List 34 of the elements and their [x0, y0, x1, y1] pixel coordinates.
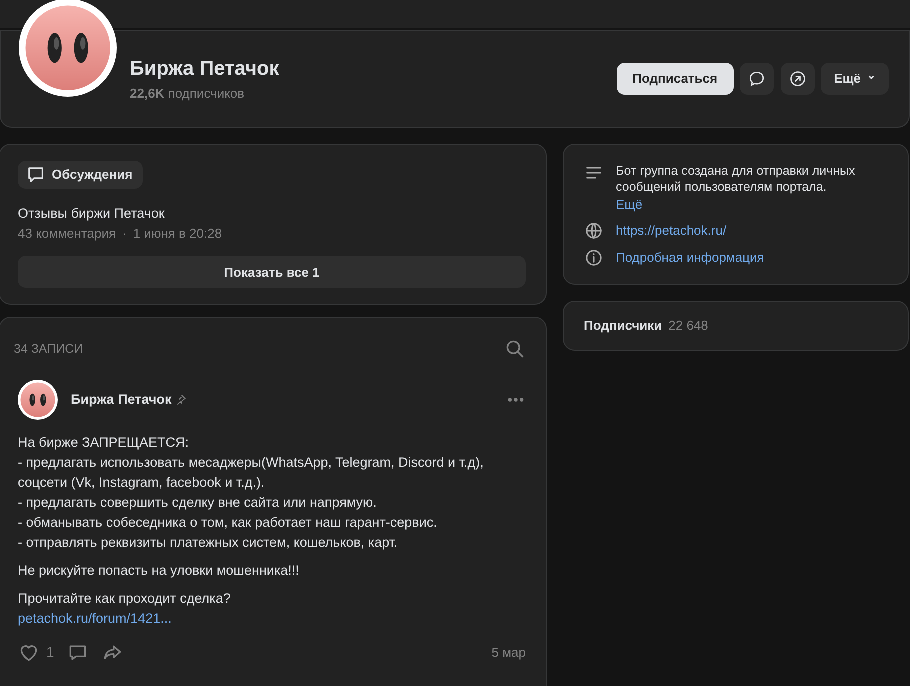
like-count: 1 [46, 643, 54, 662]
details-link[interactable]: Подробная информация [616, 248, 764, 267]
description-text: Бот группа создана для отправки личных сообщений пользователям портала. [616, 163, 856, 195]
post-paragraph: Прочитайте как проходит сделка? petachok.ru/forum/1421... [18, 590, 232, 628]
subscribe-button[interactable]: Подписаться [616, 63, 734, 95]
post-date: 5 мар [492, 644, 526, 662]
topic-date: 1 июня в 20:28 [133, 224, 222, 243]
website-link[interactable]: https://petachok.ru/ [616, 221, 727, 240]
message-button[interactable] [740, 63, 774, 95]
followers-count: 22 648 [668, 316, 708, 335]
comment-count: 43 комментария [18, 224, 116, 243]
post-paragraph: Не рискуйте попасть на уловки мошенника!!! [18, 562, 300, 580]
show-all-button[interactable]: Показать все 1 [18, 256, 526, 288]
group-name: Биржа Петачок [130, 57, 280, 82]
discussions-tab[interactable]: Обсуждения [18, 161, 143, 189]
info-icon [584, 248, 604, 268]
more-link[interactable]: Ещё [616, 197, 643, 212]
share-button[interactable] [780, 63, 815, 95]
globe-icon [584, 221, 604, 241]
topic-link[interactable]: Отзывы биржи Петачок [18, 206, 165, 220]
author-name[interactable]: Биржа Петачок [71, 390, 172, 410]
subscriber-count: 22,6K [130, 86, 165, 102]
search-icon[interactable] [504, 338, 526, 360]
posts-count: 34 ЗАПИСИ [14, 340, 84, 358]
share-icon [788, 70, 807, 88]
followers-label: Подписчики [584, 316, 662, 335]
post-link[interactable]: petachok.ru/forum/1421... [18, 610, 172, 626]
subscriber-label: подписчиков [168, 86, 245, 102]
chat-bubble-icon [748, 70, 766, 88]
chat-bubble-icon [26, 165, 46, 185]
more-button[interactable]: Ещё ⌄ [821, 63, 889, 95]
separator-dot: · [122, 224, 127, 243]
post-paragraph: На бирже ЗАПРЕЩАЕТСЯ: - предлагать использовать месаджеры(WhatsApp, Telegram, Discord и т.д), соцсети (Vk, Instagram, facebook и т.д.). - предлагать совершить сделку вне сайта или напрямую. - обманывать собеседника о том, как работает наш гарант-сервис. - отправлять реквизиты платежных систем, кошельков, карт. [18, 434, 485, 552]
author-avatar [18, 380, 58, 420]
